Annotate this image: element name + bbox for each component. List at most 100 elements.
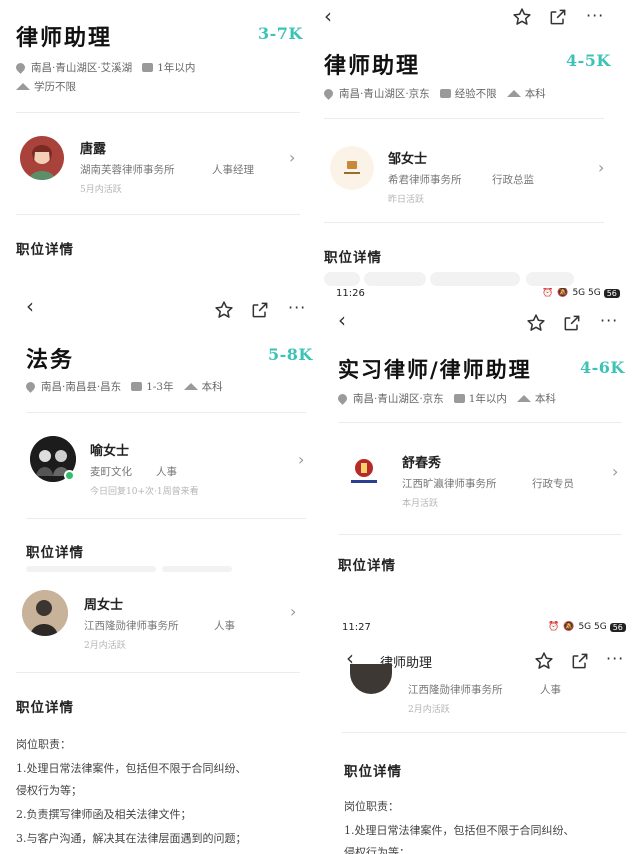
divider: [324, 222, 604, 223]
job-meta: 南昌·南昌县·昌东 1-3年 本科: [24, 379, 233, 394]
description-line: 2.负责撰写律师函及相关法律文件；: [16, 808, 192, 821]
description-line: 1.处理日常法律案件，包括但不限于合同纠纷、: [344, 824, 575, 837]
more-icon[interactable]: ···: [606, 649, 624, 668]
divider: [338, 422, 622, 423]
star-icon[interactable]: [526, 313, 546, 337]
description-line: 侵权行为等；: [344, 846, 410, 854]
experience-text: 经验不限: [454, 88, 497, 100]
divider: [26, 518, 306, 519]
tag-chip: [430, 272, 520, 286]
location-icon: [14, 61, 27, 74]
more-icon[interactable]: ···: [600, 311, 618, 330]
recruiter-name: 邹女士: [388, 152, 428, 167]
divider: [16, 112, 300, 113]
status-icons: ⏰ 🔕 5G 5G 56: [542, 288, 620, 298]
divider: [16, 214, 300, 215]
share-icon[interactable]: [548, 7, 568, 31]
more-icon[interactable]: ···: [288, 298, 306, 317]
description-line: 3.与客户沟通，解决其在法律层面遇到的问题；: [16, 832, 247, 845]
alarm-icon: ⏰: [548, 622, 560, 632]
recruiter-role: 人事: [156, 466, 177, 478]
company-logo: [330, 146, 374, 190]
briefcase-icon: [453, 394, 465, 403]
job-card-panel-3: ‹ ··· 法务 5-8K 南昌·南昌县·昌东 1-3年 本科 喻女士 麦町文化…: [0, 288, 320, 854]
share-icon[interactable]: [570, 651, 590, 675]
job-title: 实习律师/律师助理: [338, 357, 532, 382]
recruiter-role: 行政专员: [532, 478, 574, 490]
recruiter-name: 唐露: [80, 142, 107, 157]
divider: [342, 732, 626, 733]
education-text: 本科: [534, 393, 556, 405]
mute-icon: 🔕: [563, 622, 575, 632]
job-meta: 南昌·青山湖区·艾溪湖 1年以内: [14, 60, 205, 75]
divider: [26, 412, 306, 413]
graduation-cap-icon: [506, 90, 521, 97]
section-title: 职位详情: [16, 242, 74, 258]
description-line: 1.处理日常法律案件，包括但不限于合同纠纷、: [16, 762, 247, 775]
experience-text: 1年以内: [157, 62, 196, 74]
location-icon: [322, 87, 335, 100]
share-icon[interactable]: [562, 313, 582, 337]
recruiter-row[interactable]: 喻女士 麦町文化 人事 今日回复10+次·1周曾来看 ›: [0, 428, 320, 498]
share-icon[interactable]: [250, 300, 270, 324]
recruiter-avatar: [20, 136, 64, 180]
recruiter-org: 江西旷瀛律师事务所: [402, 478, 497, 490]
divider: [338, 534, 622, 535]
briefcase-icon: [142, 63, 154, 72]
tag-chip: [162, 566, 232, 572]
battery-icon: 56: [603, 288, 620, 298]
job-meta: 南昌·青山湖区·京东 1年以内 本科: [336, 391, 566, 406]
recruiter-name: 周女士: [84, 598, 124, 613]
recruiter-row[interactable]: 唐露 湖南芙蓉律师事务所 人事经理 5月内活跃 ›: [0, 128, 320, 195]
more-icon[interactable]: ···: [586, 6, 604, 25]
recruiter-name: 舒春秀: [402, 456, 442, 471]
salary-range: 4-5K: [566, 51, 611, 70]
recruiter-name: 喻女士: [90, 444, 130, 459]
recruiter-row[interactable]: 江西隆勋律师事务所 人事 2月内活跃: [320, 664, 640, 718]
chevron-right-icon: ›: [289, 148, 296, 167]
star-icon[interactable]: [534, 651, 554, 675]
company-logo: [342, 450, 386, 494]
graduation-cap-icon: [516, 395, 531, 402]
description-heading: 岗位职责：: [16, 738, 71, 751]
job-card-panel-2: ‹ ··· 律师助理 4-5K 南昌·青山湖区·京东 经验不限 本科 邹女士 希…: [320, 0, 640, 288]
chevron-right-icon: ›: [298, 450, 305, 469]
salary-range: 4-6K: [580, 358, 625, 377]
recruiter-row[interactable]: 邹女士 希君律师事务所 行政总监 昨日活跃 ›: [320, 138, 640, 205]
graduation-cap-icon: [183, 383, 198, 390]
status-time: 11:26: [336, 288, 365, 299]
job-title: 律师助理: [16, 25, 113, 51]
status-icons: ⏰ 🔕 5G 5G 56: [548, 622, 626, 632]
job-card-panel-1: 律师助理 3-7K 南昌·青山湖区·艾溪湖 1年以内 学历不限 唐露 湖南芙蓉律…: [0, 0, 320, 288]
back-icon[interactable]: ‹: [324, 4, 332, 28]
recruiter-avatar: [350, 664, 392, 694]
back-icon[interactable]: ‹: [26, 294, 34, 318]
recruiter-active: 2月内活跃: [408, 705, 450, 715]
tag-chip: [324, 272, 360, 286]
section-title: 职位详情: [344, 764, 402, 780]
star-icon[interactable]: [512, 7, 532, 31]
recruiter-role: 人事: [540, 684, 561, 696]
recruiter-org: 江西隆勋律师事务所: [84, 620, 179, 632]
location-text: 南昌·青山湖区·京东: [353, 393, 444, 405]
recruiter-row[interactable]: 舒春秀 江西旷瀛律师事务所 行政专员 本月活跃 ›: [320, 440, 640, 510]
status-time: 11:27: [342, 622, 371, 633]
signal-icon: 5G 5G: [572, 288, 601, 298]
recruiter-active: 2月内活跃: [84, 641, 126, 651]
battery-icon: 56: [609, 622, 626, 632]
experience-text: 1年以内: [468, 393, 507, 405]
job-meta: 南昌·青山湖区·京东 经验不限 本科: [322, 86, 556, 101]
recruiter-role: 人事经理: [212, 164, 254, 176]
star-icon[interactable]: [214, 300, 234, 324]
location-text: 南昌·青山湖区·艾溪湖: [31, 62, 133, 74]
recruiter-row[interactable]: 周女士 江西隆勋律师事务所 人事 2月内活跃 ›: [0, 584, 320, 654]
education-text: 本科: [524, 88, 546, 100]
signal-icon: 5G 5G: [578, 622, 607, 632]
recruiter-avatar: [22, 590, 68, 636]
recruiter-active: 本月活跃: [402, 499, 439, 509]
divider: [324, 118, 604, 119]
recruiter-active: 5月内活跃: [80, 185, 122, 195]
back-icon[interactable]: ‹: [338, 308, 346, 332]
divider: [16, 672, 300, 673]
location-icon: [24, 380, 37, 393]
